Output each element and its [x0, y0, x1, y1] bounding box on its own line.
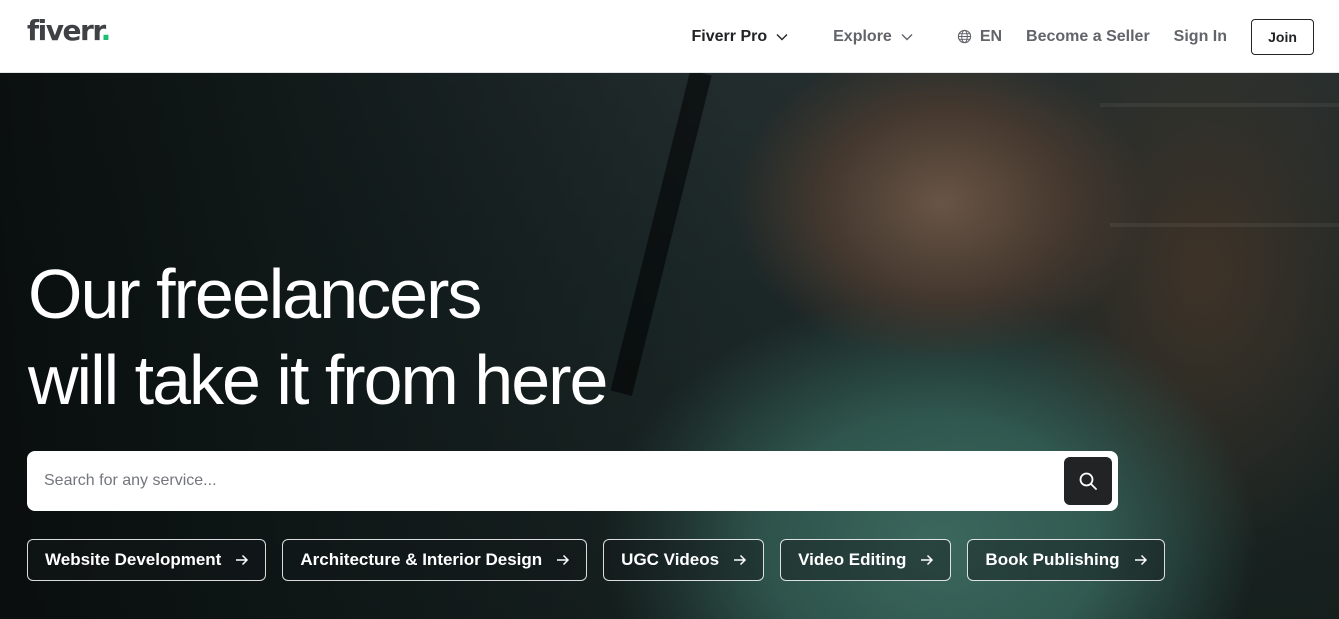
- category-chip-ugc-videos[interactable]: UGC Videos: [603, 539, 765, 581]
- nav-explore[interactable]: Explore: [833, 28, 913, 46]
- hero-section: Our freelancers will take it from here W…: [0, 73, 1339, 619]
- search-button[interactable]: [1064, 457, 1112, 505]
- chevron-down-icon: [901, 33, 913, 40]
- category-chip-video-editing[interactable]: Video Editing: [780, 539, 952, 581]
- search-icon: [1079, 472, 1097, 490]
- nav-become-seller[interactable]: Become a Seller: [1026, 28, 1150, 46]
- arrow-right-icon: [1134, 554, 1147, 566]
- arrow-right-icon: [557, 554, 570, 566]
- category-chip-label: Video Editing: [798, 550, 907, 569]
- nav-language-label: EN: [979, 27, 1003, 45]
- nav-sign-in-label: Sign In: [1173, 27, 1227, 45]
- nav-explore-label: Explore: [833, 27, 892, 45]
- hero-headline-line-1: Our freelancers: [28, 255, 482, 333]
- arrow-right-icon: [734, 554, 747, 566]
- nav-language[interactable]: EN: [957, 28, 1002, 46]
- join-button-label: Join: [1268, 28, 1297, 45]
- popular-categories: Website Development Architecture & Inter…: [27, 539, 1181, 581]
- join-button[interactable]: Join: [1251, 18, 1314, 55]
- category-chip-book-publishing[interactable]: Book Publishing: [967, 539, 1165, 581]
- category-chip-label: Website Development: [45, 550, 222, 569]
- search-input[interactable]: [27, 451, 1064, 511]
- logo-text: fiverr: [27, 14, 102, 47]
- arrow-right-icon: [236, 554, 249, 566]
- arrow-right-icon: [921, 554, 934, 566]
- nav-fiverr-pro-label: Fiverr Pro: [691, 27, 768, 45]
- hero-headline: Our freelancers will take it from here: [28, 251, 608, 423]
- category-chip-label: Architecture & Interior Design: [300, 550, 543, 569]
- category-chip-website-development[interactable]: Website Development: [27, 539, 267, 581]
- hero-background-detail: [1100, 103, 1339, 107]
- nav-fiverr-pro[interactable]: Fiverr Pro: [692, 28, 789, 46]
- nav-become-seller-label: Become a Seller: [1026, 27, 1150, 45]
- chevron-down-icon: [776, 33, 788, 40]
- logo-dot: .: [100, 14, 112, 47]
- category-chip-label: UGC Videos: [621, 550, 720, 569]
- top-navbar: fiverr. Fiverr Pro Explore EN Become a S…: [0, 0, 1339, 73]
- nav-sign-in[interactable]: Sign In: [1174, 28, 1227, 46]
- hero-background-image: [610, 73, 712, 396]
- category-chip-label: Book Publishing: [985, 550, 1120, 569]
- fiverr-logo[interactable]: fiverr.: [27, 14, 112, 47]
- category-chip-architecture-interior-design[interactable]: Architecture & Interior Design: [282, 539, 588, 581]
- hero-background-detail: [1110, 223, 1339, 227]
- main-nav: Fiverr Pro Explore EN Become a Seller Si…: [692, 0, 1314, 73]
- hero-headline-line-2: will take it from here: [28, 341, 608, 419]
- search-bar: [27, 451, 1118, 511]
- globe-icon: [957, 29, 971, 44]
